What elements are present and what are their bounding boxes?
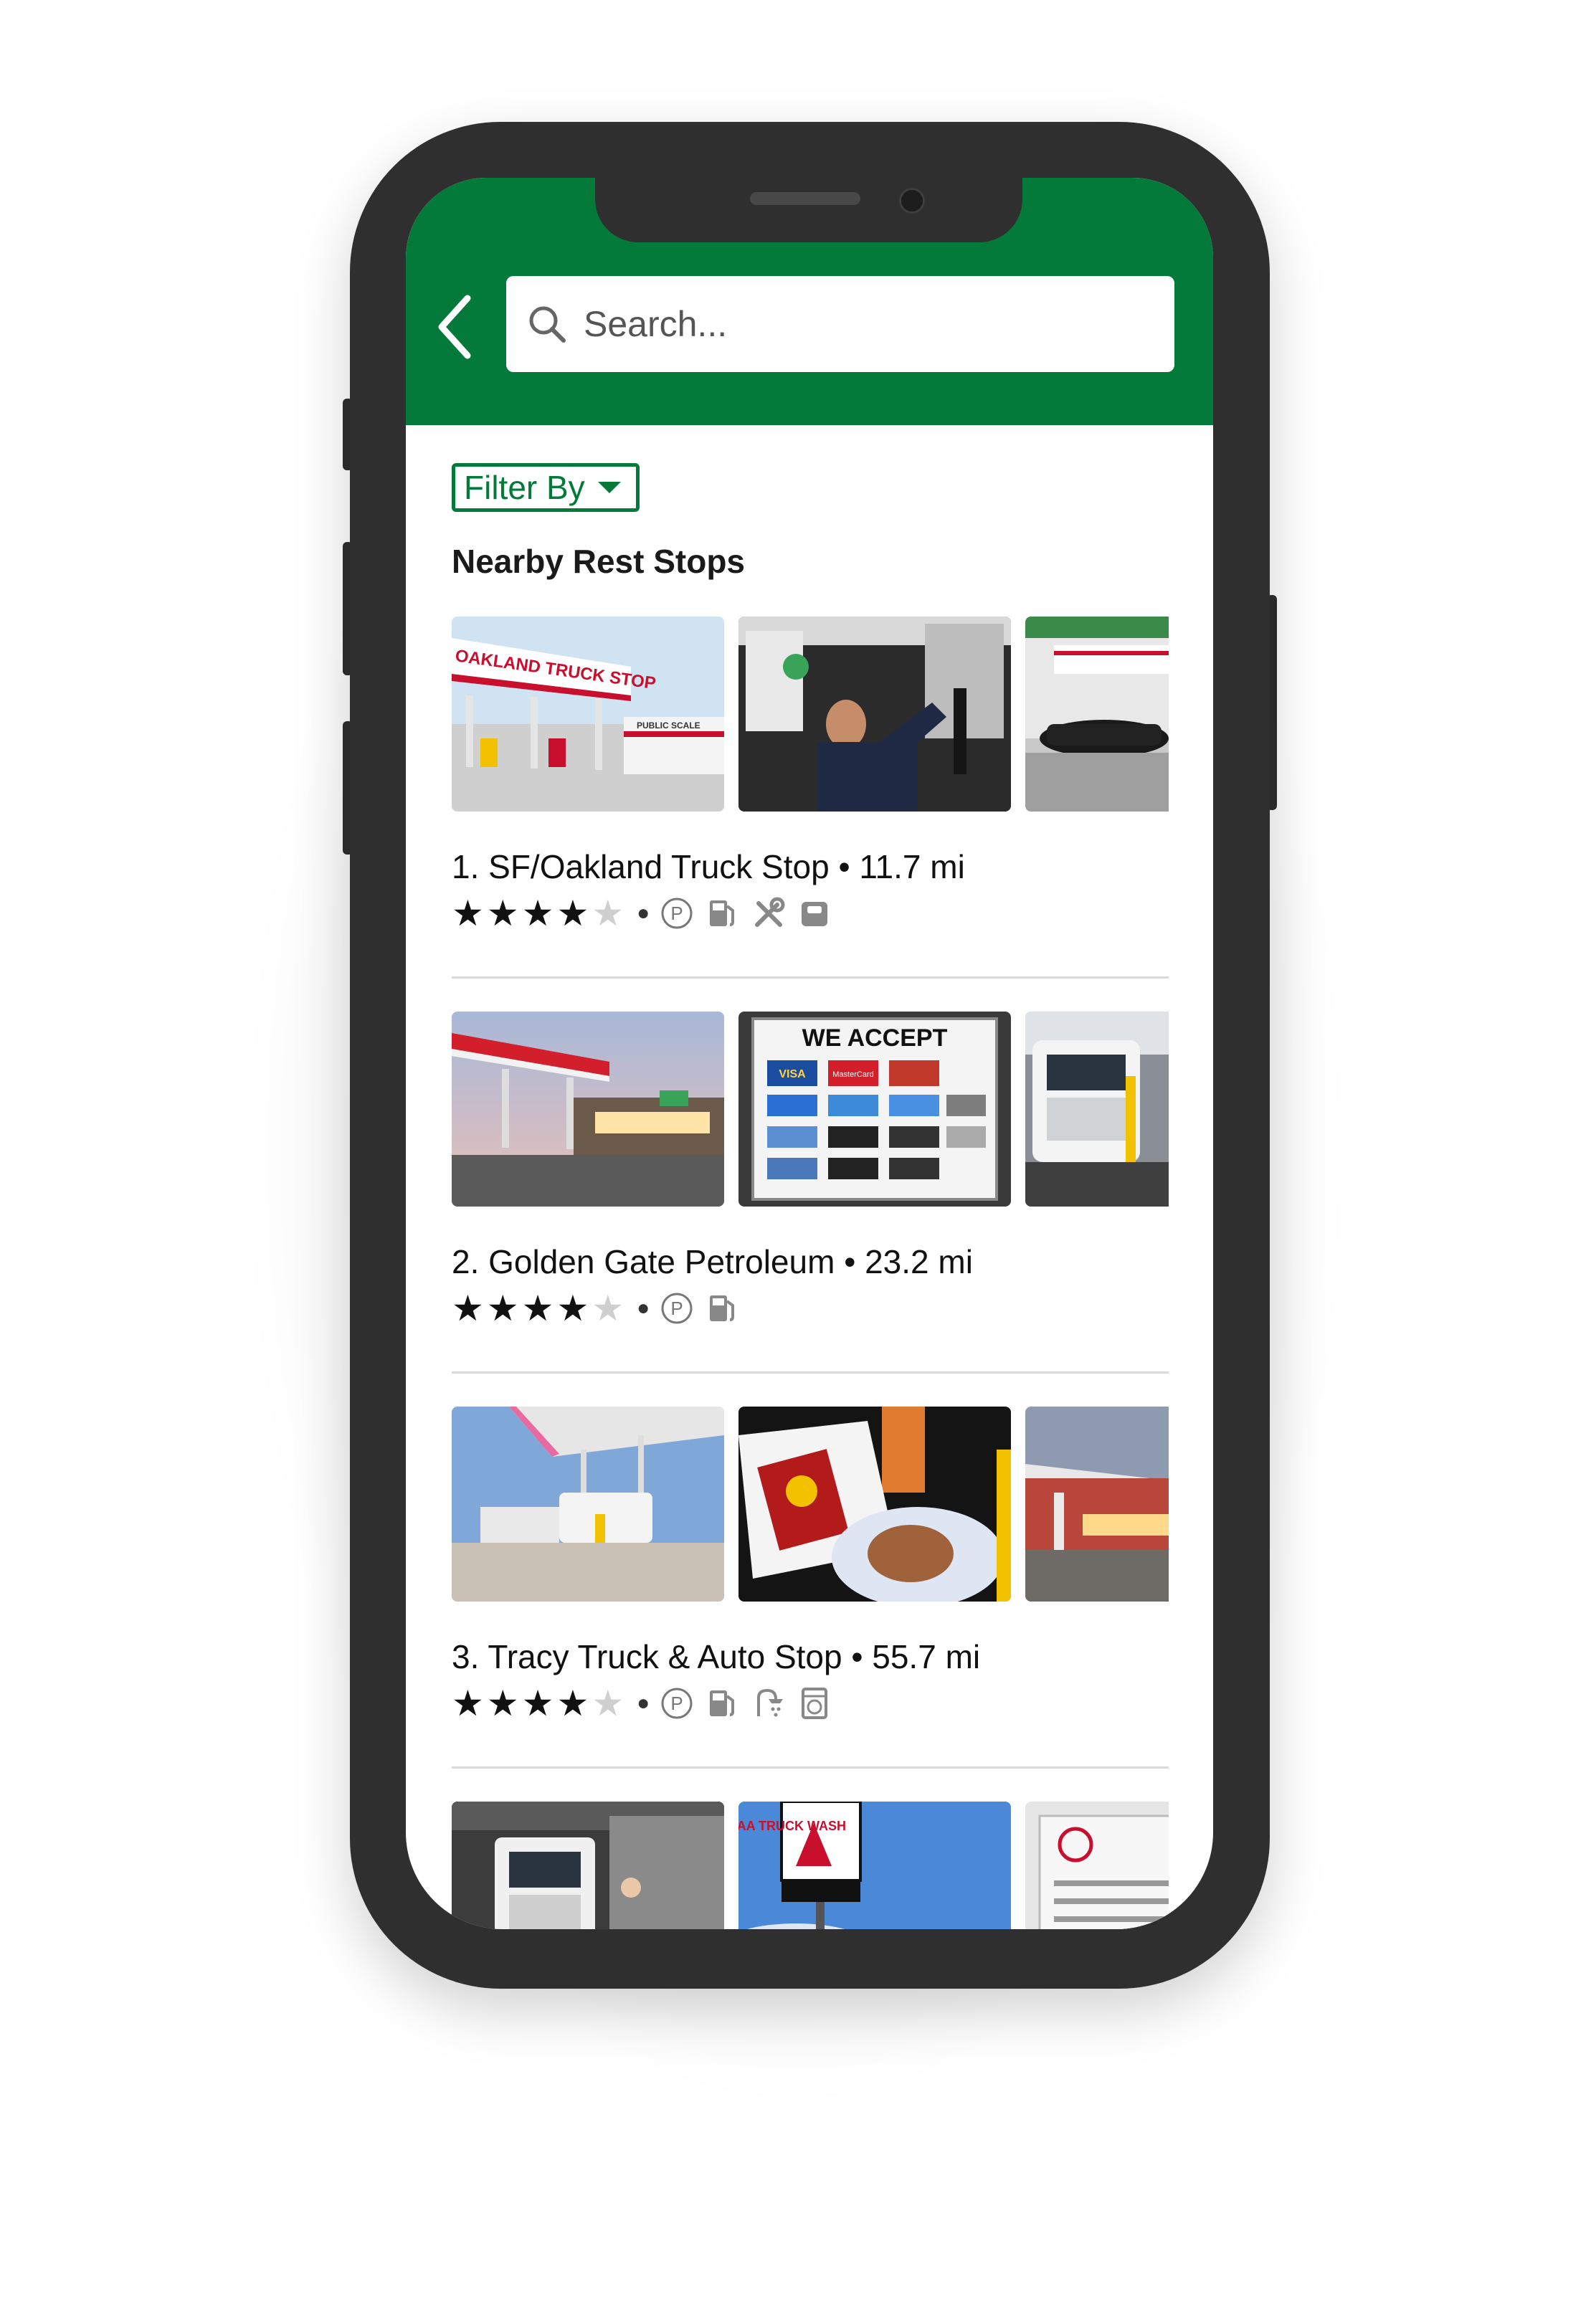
- we-accept-cards-photo[interactable]: WE ACCEPT VISA MasterCard: [738, 1012, 1011, 1207]
- fuel-icon: [710, 1690, 735, 1716]
- divider: [452, 976, 1169, 979]
- fuel-icon: [710, 1295, 735, 1321]
- public-scale-photo[interactable]: [1025, 617, 1169, 812]
- separator-dot: ●: [637, 1691, 650, 1715]
- separator-dot: ●: [637, 1296, 650, 1320]
- search-icon: [529, 306, 566, 343]
- parking-icon: P: [661, 898, 693, 929]
- star-filled-icon: ★: [521, 893, 554, 933]
- photo-carousel[interactable]: OAKLAND TRUCK STOP PUBLIC SCALE: [452, 617, 1169, 812]
- star-filled-icon: ★: [556, 1683, 589, 1723]
- section-title: Nearby Rest Stops: [452, 543, 746, 580]
- back-button[interactable]: [434, 292, 475, 361]
- separator-dot: ●: [637, 901, 650, 925]
- star-filled-icon: ★: [521, 1683, 554, 1723]
- svg-text:WE ACCEPT: WE ACCEPT: [802, 1024, 948, 1052]
- star-filled-icon: ★: [486, 1683, 519, 1723]
- star-filled-icon: ★: [486, 893, 519, 933]
- rest-stop-card[interactable]: OAKLAND TRUCK STOP PUBLIC SCALE 1. SF/Oa…: [452, 617, 1169, 1012]
- star-empty-icon: ★: [592, 893, 624, 933]
- mechanic-photo[interactable]: [738, 617, 1011, 812]
- star-filled-icon: ★: [486, 1288, 519, 1328]
- scale-icon: [802, 902, 828, 926]
- svg-text:VISA: VISA: [779, 1068, 806, 1080]
- rest-stop-meta: ★ ★ ★ ★ ★ ● P: [452, 1287, 751, 1330]
- star-filled-icon: ★: [556, 1288, 589, 1328]
- svg-text:PUBLIC SCALE: PUBLIC SCALE: [637, 720, 700, 731]
- star-filled-icon: ★: [452, 1288, 484, 1328]
- star-filled-icon: ★: [556, 893, 589, 933]
- svg-text:AA TRUCK WASH: AA TRUCK WASH: [738, 1819, 846, 1833]
- star-empty-icon: ★: [592, 1683, 624, 1723]
- filter-label: Filter By: [464, 469, 585, 506]
- truck-wash-sign-photo[interactable]: AA TRUCK WASH: [738, 1802, 1011, 1929]
- truck-wash-bay-photo[interactable]: [452, 1802, 724, 1929]
- truck-fuel-lanes-photo[interactable]: [452, 1407, 724, 1602]
- rest-stop-meta: ★ ★ ★ ★ ★ ● P: [452, 1682, 843, 1725]
- star-empty-icon: ★: [592, 1288, 624, 1328]
- rest-stop-meta: ★ ★ ★ ★ ★ ● P: [452, 892, 843, 935]
- parking-icon: P: [661, 1688, 693, 1719]
- filter-by-dropdown[interactable]: Filter By: [452, 463, 640, 512]
- svg-text:P: P: [671, 903, 683, 924]
- phone-notch: [595, 178, 1022, 242]
- food-plate-photo[interactable]: [738, 1407, 1011, 1602]
- star-filled-icon: ★: [452, 893, 484, 933]
- oakland-station-photo[interactable]: OAKLAND TRUCK STOP PUBLIC SCALE: [452, 617, 724, 812]
- fuel-icon: [710, 900, 735, 926]
- caret-down-icon: [597, 482, 621, 493]
- divider: [452, 1766, 1169, 1769]
- svg-text:MasterCard: MasterCard: [832, 1070, 873, 1079]
- shower-icon: [757, 1688, 784, 1717]
- photo-carousel[interactable]: [452, 1407, 1169, 1602]
- rest-stop-list: OAKLAND TRUCK STOP PUBLIC SCALE 1. SF/Oa…: [452, 617, 1169, 1929]
- front-camera: [899, 188, 925, 214]
- speaker-grille: [750, 192, 860, 205]
- gas-station-dusk-photo[interactable]: [452, 1012, 724, 1207]
- rest-stop-title: 2. Golden Gate Petroleum • 23.2 mi: [452, 1243, 973, 1280]
- chevron-left-icon: [438, 295, 471, 359]
- station-night-photo[interactable]: [1025, 1407, 1169, 1602]
- rest-stop-title: 3. Tracy Truck & Auto Stop • 55.7 mi: [452, 1638, 981, 1675]
- laundry-icon: [802, 1688, 828, 1719]
- svg-text:P: P: [671, 1298, 683, 1319]
- photo-carousel[interactable]: AA TRUCK WASH: [452, 1802, 1169, 1929]
- star-filled-icon: ★: [452, 1683, 484, 1723]
- svg-text:P: P: [671, 1693, 683, 1714]
- price-board-photo[interactable]: [1025, 1802, 1169, 1929]
- search-bar[interactable]: [506, 276, 1174, 372]
- rest-stop-card[interactable]: AA TRUCK WASH: [452, 1802, 1169, 1929]
- rest-stop-card[interactable]: WE ACCEPT VISA MasterCard 2. Golden Gate…: [452, 1012, 1169, 1407]
- search-input[interactable]: [582, 298, 1144, 351]
- parking-icon: P: [661, 1293, 693, 1324]
- repair-icon: [755, 897, 785, 927]
- rest-stop-title: 1. SF/Oakland Truck Stop • 11.7 mi: [452, 848, 965, 885]
- phone-screen: Filter By Nearby Rest Stops OAKLAND TRUC…: [406, 178, 1213, 1929]
- photo-carousel[interactable]: WE ACCEPT VISA MasterCard: [452, 1012, 1169, 1207]
- truck-front-photo[interactable]: [1025, 1012, 1169, 1207]
- divider: [452, 1371, 1169, 1374]
- star-filled-icon: ★: [521, 1288, 554, 1328]
- rest-stop-card[interactable]: 3. Tracy Truck & Auto Stop • 55.7 mi ★ ★…: [452, 1407, 1169, 1802]
